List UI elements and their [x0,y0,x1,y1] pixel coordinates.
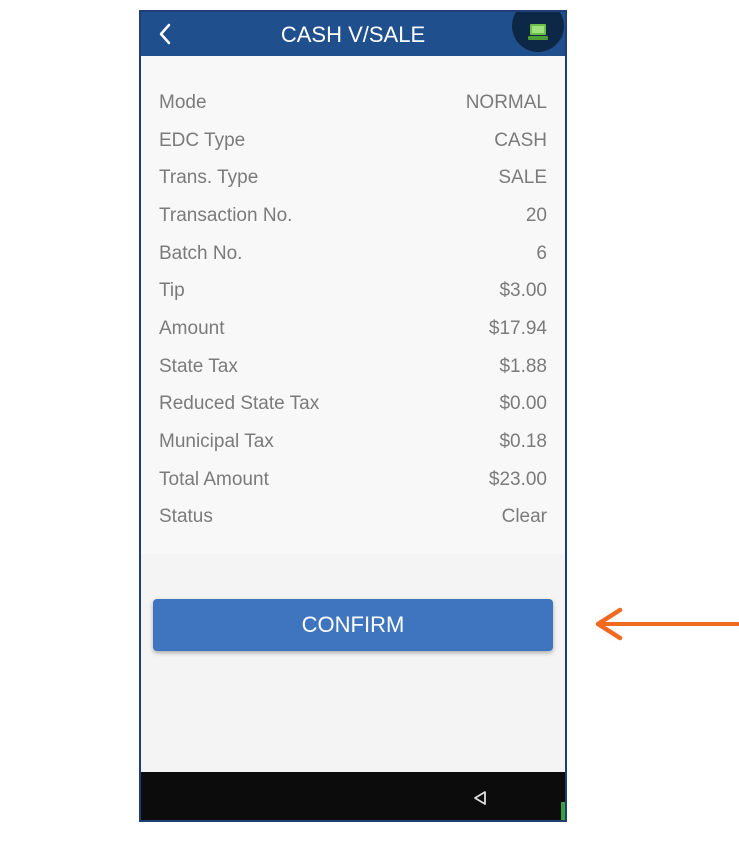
details-list: Mode NORMAL EDC Type CASH Trans. Type SALE Tra… [159,84,547,536]
detail-value: $3.00 [499,280,547,302]
detail-value: Clear [501,506,547,528]
arrow-left-icon [595,607,739,641]
system-navigation-bar [141,772,565,820]
detail-value: CASH [494,129,547,151]
detail-label: State Tax [159,355,238,377]
transaction-details-panel: Mode NORMAL EDC Type CASH Trans. Type SALE Tra… [141,56,565,554]
detail-row: Status Clear [159,499,547,537]
confirm-button[interactable]: CONFIRM [153,599,553,651]
page-title: CASH V/SALE [280,22,426,47]
app-header: CASH V/SALE [141,12,565,56]
detail-label: EDC Type [159,129,246,151]
detail-row: Amount $17.94 [159,310,547,348]
detail-row: EDC Type CASH [159,122,547,160]
detail-row: Total Amount $23.00 [159,461,547,499]
detail-row: Mode NORMAL [159,84,547,122]
detail-row: Batch No. 6 [159,235,547,273]
detail-value: $1.88 [499,355,547,377]
detail-label: Total Amount [159,468,269,490]
nav-back-icon[interactable] [467,785,493,811]
detail-value: NORMAL [465,91,547,113]
detail-row: Tip $3.00 [159,272,547,310]
detail-value: $0.18 [499,431,547,453]
back-chevron-icon[interactable] [151,19,179,49]
detail-value: $23.00 [488,468,547,490]
detail-value: $0.00 [499,393,547,415]
device-screen: CASH V/SALE Mode NORMAL EDC Type CASH Trans.… [139,10,567,822]
detail-row: Transaction No. 20 [159,197,547,235]
detail-value: 6 [536,242,547,264]
detail-label: Transaction No. [159,204,293,226]
detail-label: Reduced State Tax [159,393,320,415]
detail-value: SALE [498,167,547,189]
detail-label: Municipal Tax [159,431,274,453]
detail-row: Reduced State Tax $0.00 [159,386,547,424]
detail-row: Municipal Tax $0.18 [159,423,547,461]
detail-label: Status [159,506,213,528]
detail-row: Trans. Type SALE [159,159,547,197]
pos-terminal-icon[interactable] [512,12,564,52]
status-strip [561,802,565,820]
detail-value: $17.94 [488,317,547,339]
detail-row: State Tax $1.88 [159,348,547,386]
detail-label: Batch No. [159,242,243,264]
detail-label: Tip [159,280,185,302]
detail-value: 20 [525,204,547,226]
detail-label: Trans. Type [159,167,259,189]
detail-label: Amount [159,317,225,339]
detail-label: Mode [159,91,207,113]
